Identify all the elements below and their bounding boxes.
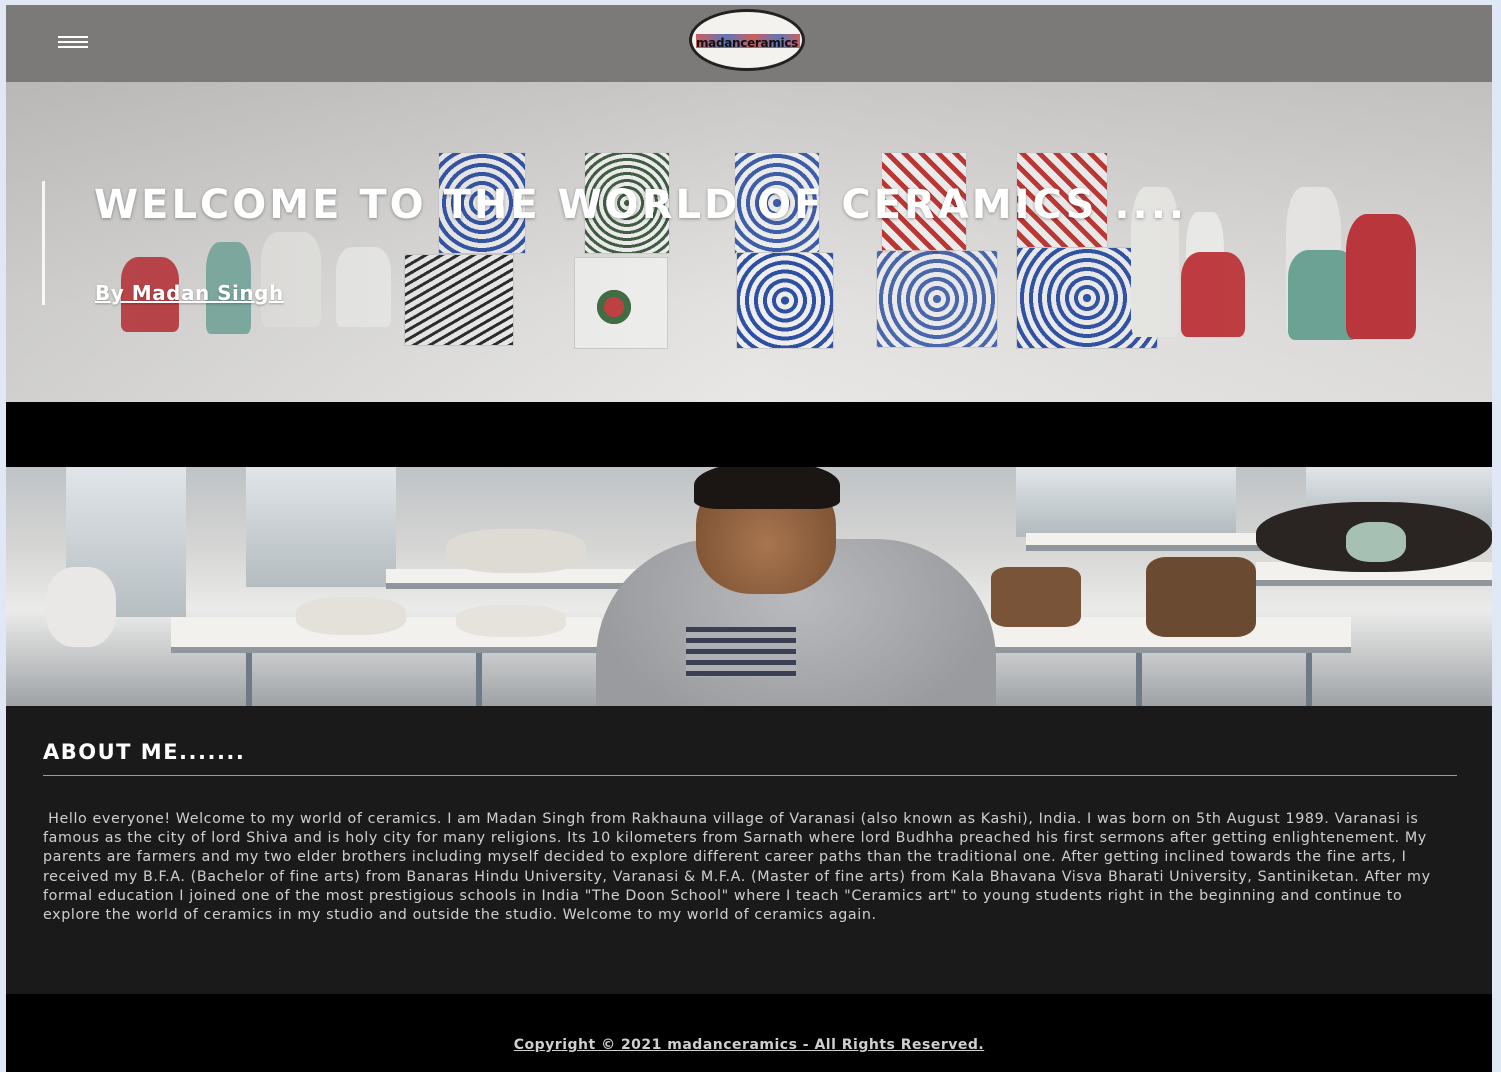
hero-title: WELCOME TO THE WORLD OF CERAMICS .... (94, 182, 1188, 228)
hero-accent-bar (42, 181, 45, 305)
sweatshirt-stripes (686, 627, 796, 677)
about-body-text: Hello everyone! Welcome to my world of c… (43, 811, 1436, 924)
about-section: ABOUT ME....... Hello everyone! Welcome … (6, 706, 1492, 994)
table-leg (246, 653, 252, 706)
hamburger-menu-icon[interactable] (58, 36, 88, 50)
page-frame: madanceramics WELCOME TO THE WORLD OF CE… (6, 5, 1492, 1072)
sculpture-white-rolls (446, 529, 586, 573)
table-leg (1306, 653, 1312, 706)
hero-overlay (6, 82, 1492, 402)
hero-banner: WELCOME TO THE WORLD OF CERAMICS .... By… (6, 82, 1492, 402)
sculpture-white-vase (46, 567, 116, 647)
sculpture-celadon (1346, 522, 1406, 562)
photo-window-mid (246, 467, 396, 587)
hero-byline-link[interactable]: By Madan Singh (95, 281, 284, 305)
sculpture-white-folds (296, 597, 406, 635)
site-logo[interactable]: madanceramics (689, 9, 805, 71)
table-leg (476, 653, 482, 706)
display-table-right-back (1026, 533, 1276, 551)
sculpture-white-folds-2 (456, 605, 566, 637)
table-leg (1136, 653, 1142, 706)
photo-window-right (1016, 467, 1236, 537)
artist-hair (694, 467, 840, 509)
artist-photo (6, 467, 1492, 706)
copyright-link[interactable]: Copyright © 2021 madanceramics - All Rig… (6, 1037, 1492, 1053)
site-header: madanceramics (6, 5, 1492, 82)
logo-text: madanceramics (695, 36, 799, 50)
sculpture-wood-right (1146, 557, 1256, 637)
about-divider (43, 775, 1457, 776)
site-footer: Copyright © 2021 madanceramics - All Rig… (6, 994, 1492, 1072)
artist-figure (566, 467, 1026, 706)
about-title: ABOUT ME....... (43, 740, 246, 764)
